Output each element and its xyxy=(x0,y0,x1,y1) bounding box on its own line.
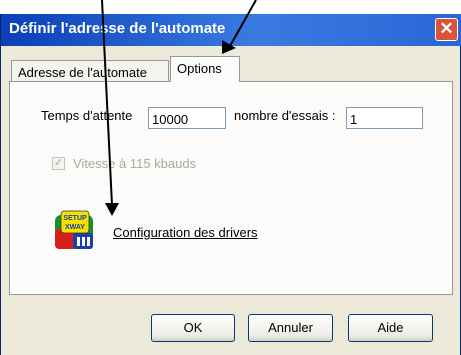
wait-time-input[interactable]: 10000 xyxy=(148,107,226,129)
close-icon: ✕ xyxy=(439,19,454,38)
tries-input[interactable]: 1 xyxy=(346,107,423,129)
check-icon: ✓ xyxy=(53,157,64,169)
icon-text-setup: SETUP xyxy=(63,215,87,222)
config-drivers-label: Configuration des drivers xyxy=(113,225,258,240)
icon-text-xway: XWAY xyxy=(65,224,85,231)
speed-checkbox[interactable]: ✓ xyxy=(52,157,65,170)
speed-label: Vitesse à 115 kbauds xyxy=(73,156,197,171)
tries-label: nombre d'essais : xyxy=(234,108,336,123)
cancel-button[interactable]: Annuler xyxy=(248,314,333,342)
help-label: Aide xyxy=(377,320,404,335)
help-button[interactable]: Aide xyxy=(348,314,433,342)
setup-xway-icon[interactable]: SETUP XWAY xyxy=(53,209,97,251)
close-button[interactable]: ✕ xyxy=(435,18,458,41)
tab-options[interactable]: Options xyxy=(170,56,240,82)
tab-label: Adresse de l'automate xyxy=(18,65,147,80)
title-bar[interactable]: Définir l'adresse de l'automate ✕ xyxy=(1,14,461,46)
config-drivers-link[interactable]: Configuration des drivers xyxy=(113,225,258,240)
tab-label: Options xyxy=(177,61,222,76)
cancel-label: Annuler xyxy=(268,320,313,335)
wait-time-label: Temps d'attente xyxy=(41,108,133,123)
ok-label: OK xyxy=(183,320,203,335)
tab-adresse-automate[interactable]: Adresse de l'automate xyxy=(11,60,169,83)
ok-button[interactable]: OK xyxy=(151,314,235,342)
window-title: Définir l'adresse de l'automate xyxy=(9,20,226,37)
